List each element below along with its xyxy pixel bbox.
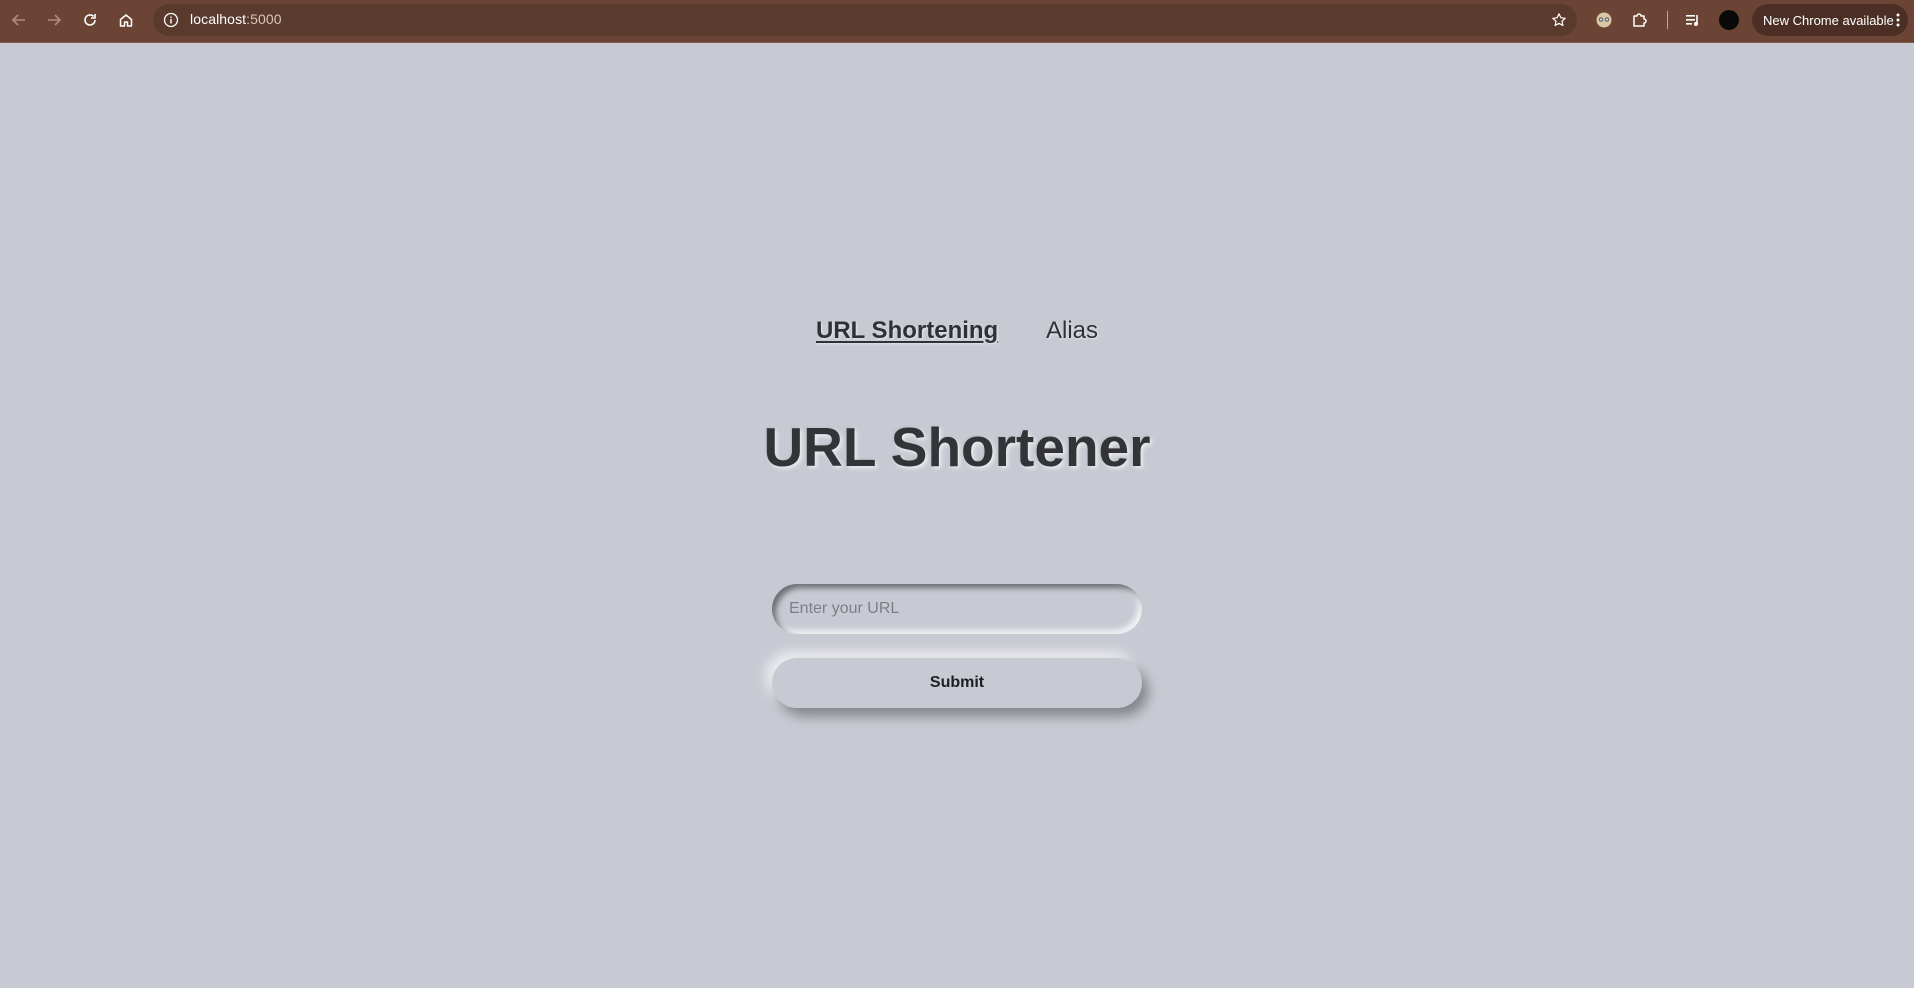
site-info-icon[interactable] — [163, 12, 179, 28]
media-queue-icon — [1686, 15, 1698, 26]
forward-button[interactable] — [43, 9, 65, 31]
reload-button[interactable] — [79, 9, 101, 31]
browser-toolbar: localhost:5000 New Chrome available — [0, 0, 1914, 43]
extension-puzzle-icon — [1633, 13, 1647, 27]
update-chip-label: New Chrome available — [1763, 12, 1894, 28]
reload-icon — [84, 14, 96, 26]
profile-avatar[interactable] — [1719, 10, 1739, 30]
extension-face-icon — [1596, 12, 1612, 28]
extension-avatar-icon[interactable] — [1594, 10, 1614, 30]
address-bar[interactable]: localhost:5000 — [153, 4, 1577, 36]
url-host: localhost — [190, 11, 247, 27]
update-chrome-button[interactable]: New Chrome available — [1752, 4, 1908, 36]
url-input[interactable] — [772, 584, 1142, 634]
bookmark-star-icon[interactable] — [1551, 12, 1567, 28]
forward-arrow-icon — [48, 14, 62, 26]
nav-link-url-shortening[interactable]: URL Shortening — [816, 317, 998, 345]
nav-link-alias[interactable]: Alias — [1046, 317, 1098, 345]
toolbar-divider — [1667, 11, 1668, 29]
page-title: URL Shortener — [763, 416, 1151, 478]
home-icon — [119, 14, 133, 27]
media-controls-button[interactable] — [1683, 10, 1703, 30]
back-arrow-icon — [11, 14, 25, 26]
back-button[interactable] — [8, 9, 30, 31]
submit-button[interactable]: Submit — [772, 658, 1142, 708]
url-port: :5000 — [246, 11, 282, 27]
more-vert-icon — [1896, 13, 1900, 27]
extensions-button[interactable] — [1630, 10, 1650, 30]
url-text[interactable]: localhost:5000 — [190, 11, 282, 27]
home-button[interactable] — [115, 9, 137, 31]
